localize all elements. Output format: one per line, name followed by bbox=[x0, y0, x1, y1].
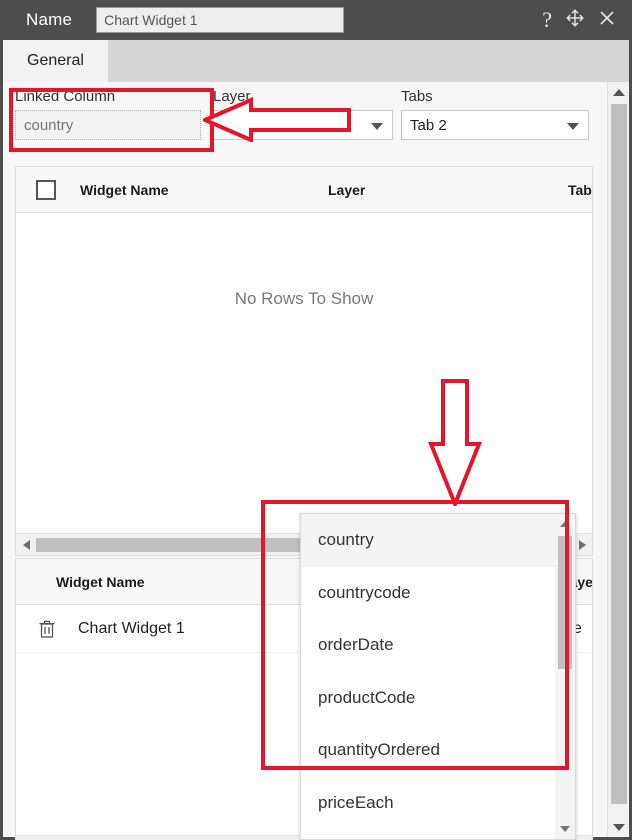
dropdown-option-countrycode[interactable]: countrycode bbox=[301, 567, 555, 620]
layer-label: Layer bbox=[213, 88, 251, 105]
tabs-select[interactable]: Tab 2 bbox=[401, 110, 589, 140]
dropdown-scroll-down-arrow-icon[interactable] bbox=[555, 822, 575, 836]
dropdown-option-orderdate[interactable]: orderDate bbox=[301, 619, 555, 672]
titlebar-actions: ? bbox=[542, 8, 616, 33]
linked-column-input[interactable] bbox=[15, 110, 201, 140]
grid-top-col-layer[interactable]: Layer bbox=[328, 182, 365, 198]
dropdown-option-productcode[interactable]: productCode bbox=[301, 672, 555, 725]
column-dropdown-popup[interactable]: country countrycode orderDate productCod… bbox=[300, 513, 576, 840]
chevron-down-icon bbox=[567, 123, 579, 130]
grid-top-col-widget-name[interactable]: Widget Name bbox=[80, 182, 169, 198]
trash-icon[interactable] bbox=[38, 619, 56, 639]
dropdown-scroll-thumb[interactable] bbox=[558, 536, 572, 669]
widget-name-input[interactable] bbox=[96, 7, 345, 33]
vscroll-up-arrow-icon[interactable] bbox=[608, 84, 630, 100]
column-dropdown-list: country countrycode orderDate productCod… bbox=[301, 514, 555, 829]
grid-top-body: No Rows To Show bbox=[16, 213, 592, 533]
tab-strip: General bbox=[3, 40, 629, 82]
dropdown-scrollbar[interactable] bbox=[555, 514, 575, 839]
grid-top-empty-message: No Rows To Show bbox=[234, 289, 374, 308]
hscroll-left-arrow-icon[interactable] bbox=[16, 539, 36, 550]
dialog-titlebar: Name ? bbox=[0, 0, 632, 40]
tabs-label: Tabs bbox=[401, 88, 433, 105]
tabs-select-value: Tab 2 bbox=[410, 116, 447, 134]
layer-field: Layer Layer 1 bbox=[213, 88, 393, 140]
dropdown-scroll-up-arrow-icon[interactable] bbox=[555, 517, 575, 531]
select-all-checkbox[interactable] bbox=[36, 179, 56, 200]
vscroll-down-arrow-icon[interactable] bbox=[608, 819, 630, 835]
move-icon[interactable] bbox=[565, 8, 585, 33]
cell-widget-name: Chart Widget 1 bbox=[78, 619, 185, 637]
dropdown-option-quantityordered[interactable]: quantityOrdered bbox=[301, 724, 555, 777]
grid-top-col-tab[interactable]: Tab bbox=[568, 182, 592, 198]
close-icon[interactable] bbox=[598, 9, 616, 32]
tabs-field: Tabs Tab 2 bbox=[401, 88, 589, 140]
help-icon[interactable]: ? bbox=[542, 9, 552, 31]
widgets-grid-top: Widget Name Layer Tab No Rows To Show bbox=[15, 166, 593, 556]
tab-general-label: General bbox=[27, 52, 84, 69]
tab-general[interactable]: General bbox=[3, 40, 108, 82]
chevron-down-icon bbox=[371, 123, 383, 130]
form-row: Linked Column Layer Layer 1 Tabs Tab 2 bbox=[3, 88, 603, 152]
dialog-vscrollbar[interactable] bbox=[607, 82, 629, 837]
dropdown-option-priceeach[interactable]: priceEach bbox=[301, 777, 555, 830]
name-label: Name bbox=[26, 10, 73, 29]
chart-widget-dialog: Name ? bbox=[0, 0, 632, 840]
linked-column-field: Linked Column bbox=[15, 88, 201, 140]
linked-column-label: Linked Column bbox=[15, 88, 116, 105]
dropdown-option-country[interactable]: country bbox=[301, 514, 555, 567]
grid-bottom-col-widget-name[interactable]: Widget Name bbox=[56, 574, 145, 590]
vscroll-thumb[interactable] bbox=[611, 104, 627, 804]
layer-select[interactable]: Layer 1 bbox=[213, 110, 393, 140]
grid-top-header: Widget Name Layer Tab bbox=[16, 167, 592, 213]
layer-select-value: Layer 1 bbox=[222, 116, 273, 134]
